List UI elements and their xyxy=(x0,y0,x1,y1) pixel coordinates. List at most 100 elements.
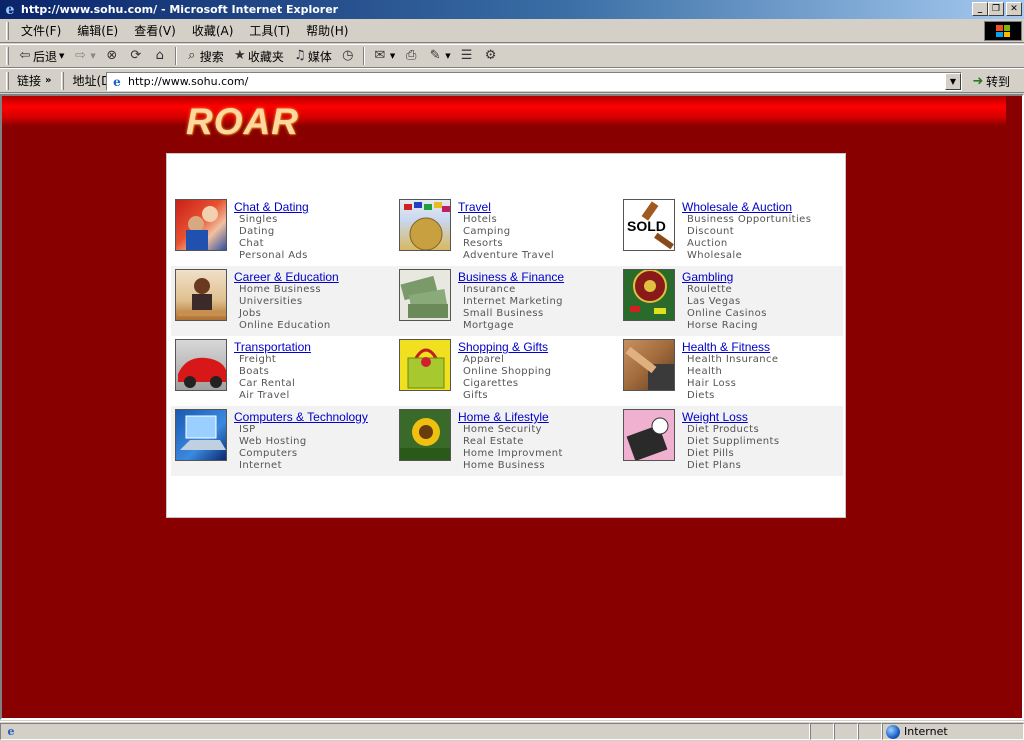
links-chevron-icon[interactable]: » xyxy=(45,75,51,86)
subcategory-link[interactable]: Universities xyxy=(239,296,302,308)
discuss-button[interactable]: ☰ xyxy=(455,48,479,64)
forward-button[interactable]: ⇨ ▼ xyxy=(68,48,99,64)
subcategory-link[interactable]: Wholesale xyxy=(687,250,742,262)
travel-thumbnail[interactable] xyxy=(399,199,451,251)
subcategory-link[interactable]: Dating xyxy=(239,226,275,238)
search-button[interactable]: ⌕ 搜索 xyxy=(180,48,228,65)
mail-button[interactable]: ✉ ▼ xyxy=(368,48,399,64)
career-education-thumbnail[interactable] xyxy=(175,269,227,321)
subcategory-link[interactable]: Small Business xyxy=(463,308,544,320)
subcategory-link[interactable]: Home Improvment xyxy=(463,448,563,460)
subcategory-link[interactable]: Personal Ads xyxy=(239,250,308,262)
subcategory-link[interactable]: ISP xyxy=(239,424,256,436)
subcategory-link[interactable]: Freight xyxy=(239,354,276,366)
favorites-button[interactable]: ★ 收藏夹 xyxy=(228,48,288,65)
shopping-gifts-thumbnail[interactable] xyxy=(399,339,451,391)
subcategory-link[interactable]: Horse Racing xyxy=(687,320,758,332)
edit-button[interactable]: ✎ ▼ xyxy=(423,48,454,64)
subcategory-link[interactable]: Web Hosting xyxy=(239,436,307,448)
subcategory-link[interactable]: Discount xyxy=(687,226,734,238)
subcategory-link[interactable]: Health Insurance xyxy=(687,354,778,366)
weight-loss-thumbnail[interactable] xyxy=(623,409,675,461)
category-link[interactable]: Career & Education xyxy=(234,270,339,284)
subcategory-link[interactable]: Hotels xyxy=(463,214,497,226)
mail-dropdown-icon[interactable]: ▼ xyxy=(390,52,395,60)
restore-button[interactable]: ❐ xyxy=(988,2,1004,16)
subcategory-link[interactable]: Internet Marketing xyxy=(463,296,563,308)
forward-dropdown-icon[interactable]: ▼ xyxy=(90,52,95,60)
back-dropdown-icon[interactable]: ▼ xyxy=(59,52,64,60)
subcategory-link[interactable]: Online Shopping xyxy=(463,366,551,378)
ie-icon[interactable]: e xyxy=(2,2,18,18)
subcategory-link[interactable]: Online Education xyxy=(239,320,331,332)
subcategory-link[interactable]: Business Opportunities xyxy=(687,214,811,226)
subcategory-link[interactable]: Internet xyxy=(239,460,282,472)
page-viewport[interactable]: ROAR Chat & Dating Singles Dating Chat P… xyxy=(0,94,1024,720)
subcategory-link[interactable]: Diets xyxy=(687,390,715,402)
chat-dating-thumbnail[interactable] xyxy=(175,199,227,251)
category-link[interactable]: Wholesale & Auction xyxy=(682,200,792,214)
subcategory-link[interactable]: Gifts xyxy=(463,390,488,402)
category-link[interactable]: Computers & Technology xyxy=(234,410,368,424)
subcategory-link[interactable]: Diet Pills xyxy=(687,448,734,460)
back-button[interactable]: ⇦ 后退 ▼ xyxy=(13,48,68,65)
subcategory-link[interactable]: Boats xyxy=(239,366,269,378)
subcategory-link[interactable]: Mortgage xyxy=(463,320,514,332)
business-finance-thumbnail[interactable] xyxy=(399,269,451,321)
address-grip[interactable] xyxy=(61,71,65,90)
home-button[interactable]: ⌂ xyxy=(148,48,172,64)
menu-file[interactable]: 文件(F) xyxy=(13,22,69,39)
subcategory-link[interactable]: Computers xyxy=(239,448,298,460)
subcategory-link[interactable]: Diet Plans xyxy=(687,460,741,472)
subcategory-link[interactable]: Camping xyxy=(463,226,510,238)
category-link[interactable]: Weight Loss xyxy=(682,410,748,424)
subcategory-link[interactable]: Hair Loss xyxy=(687,378,736,390)
subcategory-link[interactable]: Apparel xyxy=(463,354,504,366)
home-lifestyle-thumbnail[interactable] xyxy=(399,409,451,461)
subcategory-link[interactable]: Home Business xyxy=(239,284,321,296)
subcategory-link[interactable]: Car Rental xyxy=(239,378,295,390)
menu-help[interactable]: 帮助(H) xyxy=(298,22,356,39)
health-fitness-thumbnail[interactable] xyxy=(623,339,675,391)
menu-favorites[interactable]: 收藏(A) xyxy=(184,22,242,39)
category-link[interactable]: Business & Finance xyxy=(458,270,564,284)
address-url[interactable]: http://www.sohu.com/ xyxy=(128,75,248,88)
history-button[interactable]: ◷ xyxy=(336,48,360,64)
go-button[interactable]: ➜ 转到 xyxy=(970,73,1010,90)
subcategory-link[interactable]: Online Casinos xyxy=(687,308,767,320)
subcategory-link[interactable]: Singles xyxy=(239,214,278,226)
menu-edit[interactable]: 编辑(E) xyxy=(69,22,126,39)
subcategory-link[interactable]: Insurance xyxy=(463,284,516,296)
category-link[interactable]: Health & Fitness xyxy=(682,340,770,354)
edit-dropdown-icon[interactable]: ▼ xyxy=(445,52,450,60)
transportation-thumbnail[interactable] xyxy=(175,339,227,391)
subcategory-link[interactable]: Chat xyxy=(239,238,264,250)
menu-view[interactable]: 查看(V) xyxy=(126,22,184,39)
subcategory-link[interactable]: Jobs xyxy=(239,308,261,320)
category-link[interactable]: Shopping & Gifts xyxy=(458,340,548,354)
subcategory-link[interactable]: Las Vegas xyxy=(687,296,741,308)
category-link[interactable]: Gambling xyxy=(682,270,733,284)
gambling-thumbnail[interactable] xyxy=(623,269,675,321)
category-link[interactable]: Home & Lifestyle xyxy=(458,410,549,424)
roar-logo[interactable]: ROAR xyxy=(186,102,299,142)
subcategory-link[interactable]: Real Estate xyxy=(463,436,524,448)
messenger-button[interactable]: ⚙ xyxy=(479,48,503,64)
close-button[interactable]: ✕ xyxy=(1006,2,1022,16)
subcategory-link[interactable]: Diet Products xyxy=(687,424,759,436)
computers-technology-thumbnail[interactable] xyxy=(175,409,227,461)
links-label[interactable]: 链接 xyxy=(13,72,45,89)
subcategory-link[interactable]: Auction xyxy=(687,238,728,250)
subcategory-link[interactable]: Cigarettes xyxy=(463,378,518,390)
subcategory-link[interactable]: Adventure Travel xyxy=(463,250,554,262)
address-dropdown-icon[interactable]: ▼ xyxy=(945,73,961,90)
subcategory-link[interactable]: Health xyxy=(687,366,722,378)
subcategory-link[interactable]: Roulette xyxy=(687,284,732,296)
address-input[interactable]: e http://www.sohu.com/ ▼ xyxy=(106,72,962,91)
wholesale-auction-thumbnail[interactable]: SOLD xyxy=(623,199,675,251)
category-link[interactable]: Chat & Dating xyxy=(234,200,309,214)
stop-button[interactable]: ⊗ xyxy=(100,48,124,64)
subcategory-link[interactable]: Resorts xyxy=(463,238,503,250)
subcategory-link[interactable]: Home Business xyxy=(463,460,545,472)
subcategory-link[interactable]: Home Security xyxy=(463,424,542,436)
